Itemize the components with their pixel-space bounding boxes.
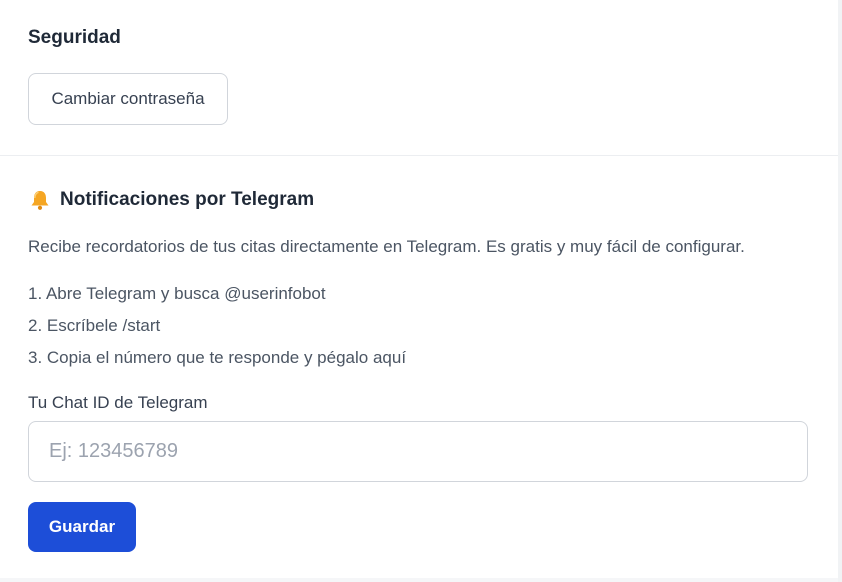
telegram-section-title: Notificaciones por Telegram (60, 189, 315, 210)
save-button[interactable]: Guardar (28, 502, 136, 552)
panel-bottom-border (0, 578, 838, 582)
instruction-step-2: 2. Escríbele /start (28, 316, 161, 335)
instruction-step-3: 3. Copia el número que te responde y pég… (28, 348, 407, 367)
telegram-description: Recibe recordatorios de tus citas direct… (28, 237, 745, 256)
instruction-step-1: 1. Abre Telegram y busca @userinfobot (28, 284, 326, 303)
settings-panel: Seguridad Cambiar contraseña Notificacio… (0, 0, 838, 582)
security-section-title: Seguridad (28, 27, 121, 48)
section-divider (0, 155, 838, 156)
change-password-button[interactable]: Cambiar contraseña (28, 73, 228, 125)
panel-right-border (838, 0, 842, 582)
chat-id-label: Tu Chat ID de Telegram (28, 393, 208, 412)
chat-id-input[interactable] (28, 421, 808, 482)
bell-icon (28, 189, 52, 211)
telegram-section-header: Notificaciones por Telegram (28, 189, 314, 211)
